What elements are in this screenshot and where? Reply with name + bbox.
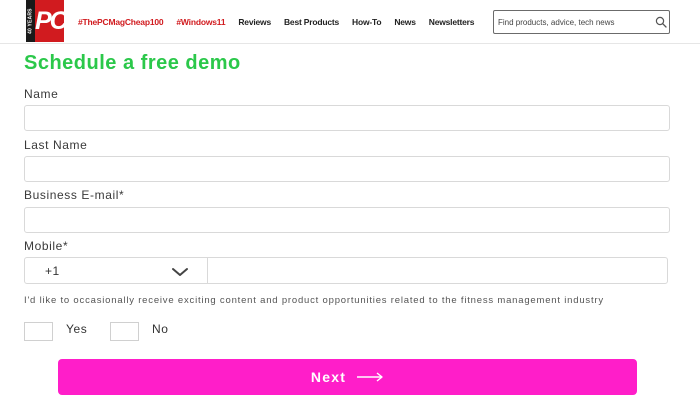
main-nav: #ThePCMagCheap100 #Windows11 Reviews Bes…	[78, 17, 487, 27]
top-nav-bar: 40 YEARS PC #ThePCMagCheap100 #Windows11…	[0, 0, 700, 44]
name-field[interactable]	[24, 105, 670, 131]
consent-no-checkbox[interactable]	[110, 322, 139, 341]
business-email-label: Business E-mail*	[24, 188, 125, 202]
country-code-select[interactable]: +1	[24, 257, 208, 284]
nav-item-windows11[interactable]: #Windows11	[176, 17, 225, 27]
nav-item-best-products[interactable]: Best Products	[284, 17, 339, 27]
consent-text: I'd like to occasionally receive excitin…	[24, 295, 604, 306]
chevron-down-icon	[172, 268, 188, 276]
next-button-label: Next	[310, 369, 347, 385]
mobile-number-field[interactable]	[207, 257, 668, 284]
nav-item-cheap100[interactable]: #ThePCMagCheap100	[78, 17, 164, 27]
last-name-field[interactable]	[24, 156, 670, 182]
search-input[interactable]	[498, 13, 648, 31]
nav-item-reviews[interactable]: Reviews	[238, 17, 271, 27]
pcmag-logo[interactable]: 40 YEARS PC	[26, 0, 64, 42]
arrow-right-icon	[357, 372, 383, 382]
logo-badge: 40 YEARS	[26, 0, 35, 42]
nav-item-news[interactable]: News	[394, 17, 416, 27]
consent-yes-checkbox[interactable]	[24, 322, 53, 341]
search-icon[interactable]	[655, 16, 667, 28]
last-name-label: Last Name	[24, 138, 88, 152]
nav-item-newsletters[interactable]: Newsletters	[429, 17, 475, 27]
nav-item-how-to[interactable]: How-To	[352, 17, 382, 27]
form-title: Schedule a free demo	[24, 52, 241, 74]
consent-yes-label: Yes	[66, 322, 88, 336]
logo-mark: PC	[35, 7, 64, 35]
consent-no-label: No	[152, 322, 169, 336]
country-code-value: +1	[45, 264, 60, 278]
mobile-field-row: +1	[24, 257, 668, 284]
business-email-field[interactable]	[24, 207, 670, 233]
name-label: Name	[24, 87, 59, 101]
mobile-label: Mobile*	[24, 239, 69, 253]
search-box	[493, 10, 670, 34]
next-button[interactable]: Next	[58, 359, 637, 395]
